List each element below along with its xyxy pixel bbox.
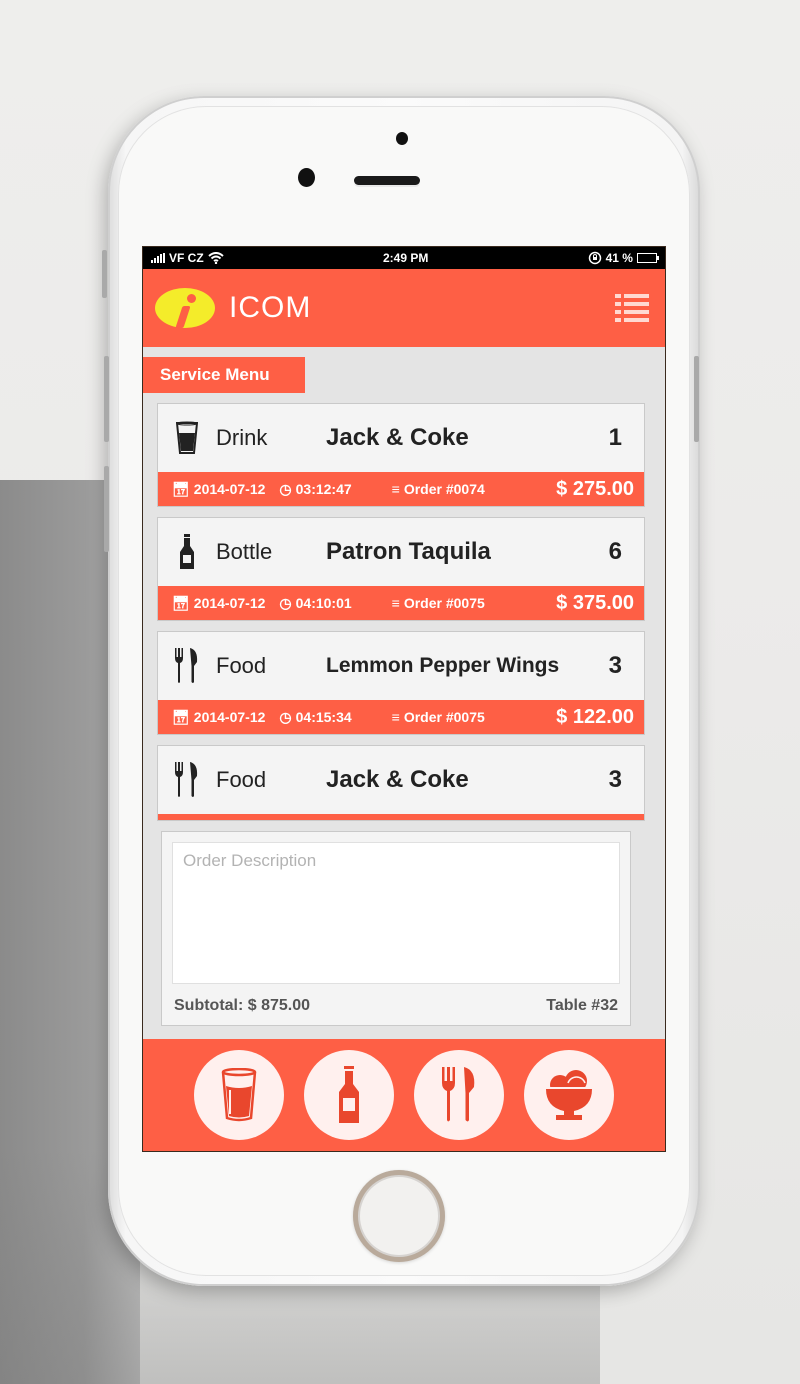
battery-percent: 41 %	[605, 251, 633, 265]
bottle-icon	[174, 534, 200, 570]
info-logo-icon	[155, 288, 215, 328]
order-time: 04:15:34	[295, 709, 352, 725]
calendar-icon: 📅︎	[172, 480, 190, 497]
volume-up-button	[104, 356, 109, 442]
bottle-icon	[339, 1066, 359, 1123]
app-header: ICOM	[143, 269, 665, 347]
receipt-icon: ≡	[391, 481, 400, 497]
order-time: 04:10:01	[295, 595, 352, 611]
list-menu-button[interactable]	[615, 294, 649, 322]
battery-icon	[636, 253, 659, 263]
order-item[interactable]: Food Jack & Coke 3	[157, 745, 645, 821]
item-quantity: 1	[608, 424, 622, 451]
item-quantity: 3	[608, 766, 622, 793]
bottle-category-button[interactable]	[304, 1050, 394, 1140]
order-number: Order #0075	[403, 709, 485, 725]
category-bar	[143, 1039, 665, 1151]
clock-icon: ◷	[279, 594, 292, 611]
front-camera	[298, 168, 315, 187]
order-number: Order #0074	[403, 481, 485, 497]
calendar-icon: 📅︎	[172, 708, 190, 725]
calendar-icon: 📅︎	[172, 594, 190, 611]
fork-knife-icon	[442, 1067, 475, 1122]
fork-knife-icon	[174, 648, 200, 684]
order-price: $ 122.00	[556, 705, 634, 728]
drink-category-button[interactable]	[194, 1050, 284, 1140]
power-button	[694, 356, 699, 442]
app-screen: VF CZ 2:49 PM 41 % ICOM Service Menu Dri…	[142, 246, 666, 1152]
item-quantity: 3	[608, 652, 622, 679]
rotation-lock-icon	[588, 251, 601, 265]
food-category-button[interactable]	[414, 1050, 504, 1140]
signal-icon	[151, 253, 165, 263]
order-description-input[interactable]	[172, 842, 620, 984]
order-date: 2014-07-12	[193, 595, 266, 611]
item-type: Food	[216, 653, 267, 678]
clock: 2:49 PM	[382, 251, 429, 265]
item-name: Jack & Coke	[326, 424, 469, 451]
section-title: Service Menu	[143, 357, 305, 393]
home-button[interactable]	[353, 1170, 445, 1262]
item-name: Patron Taquila	[326, 538, 491, 565]
volume-down-button	[104, 466, 109, 552]
order-date: 2014-07-12	[193, 709, 266, 725]
item-footer-bar	[158, 814, 644, 820]
order-price: $ 375.00	[556, 591, 634, 614]
fork-knife-icon	[174, 762, 200, 798]
order-description-panel: Subtotal: $ 875.00 Table #32	[161, 831, 631, 1026]
brand-name: ICOM	[229, 291, 312, 324]
receipt-icon: ≡	[391, 595, 400, 611]
item-type: Drink	[216, 425, 268, 450]
order-list: Drink Jack & Coke 1 📅︎ 2014-07-12 ◷ 03:12:…	[143, 393, 665, 821]
table-number: Table #32	[546, 997, 618, 1014]
mute-switch	[102, 250, 107, 298]
order-date: 2014-07-12	[193, 481, 266, 497]
wifi-icon	[208, 252, 224, 264]
status-bar: VF CZ 2:49 PM 41 %	[143, 247, 665, 269]
item-type: Bottle	[216, 539, 273, 564]
brand-logo[interactable]: ICOM	[155, 288, 311, 328]
item-quantity: 6	[608, 538, 622, 565]
item-name: Jack & Coke	[326, 766, 469, 793]
list-menu-icon	[615, 294, 649, 298]
receipt-icon: ≡	[391, 709, 400, 725]
glass-icon	[221, 1068, 257, 1122]
order-item[interactable]: Food Lemmon Pepper Wings 3 📅︎ 2014-07-12 …	[157, 631, 645, 735]
order-item[interactable]: Bottle Patron Taquila 6 📅︎ 2014-07-12 ◷ 04…	[157, 517, 645, 621]
proximity-sensor	[396, 132, 408, 145]
earpiece-speaker	[354, 176, 420, 185]
item-name: Lemmon Pepper Wings	[326, 654, 560, 677]
subtotal: Subtotal: $ 875.00	[174, 997, 311, 1014]
clock-icon: ◷	[279, 708, 292, 725]
order-time: 03:12:47	[295, 481, 352, 497]
order-price: $ 275.00	[556, 477, 634, 500]
glass-icon	[174, 420, 200, 456]
item-type: Food	[216, 767, 267, 792]
order-item[interactable]: Drink Jack & Coke 1 📅︎ 2014-07-12 ◷ 03:12:…	[157, 403, 645, 507]
ice-cream-icon	[546, 1070, 592, 1120]
clock-icon: ◷	[279, 480, 292, 497]
dessert-category-button[interactable]	[524, 1050, 614, 1140]
order-number: Order #0075	[403, 595, 485, 611]
carrier-label: VF CZ	[169, 251, 204, 265]
